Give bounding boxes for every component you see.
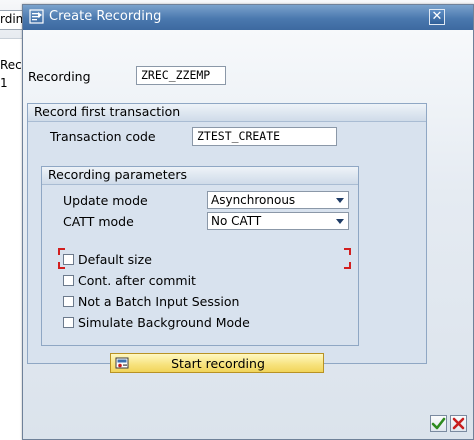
not-batch-input-checkbox[interactable] <box>63 296 74 307</box>
simulate-background-checkbox[interactable] <box>63 317 74 328</box>
catt-mode-select[interactable]: No CATT <box>207 212 349 230</box>
background-list-value: 1 <box>0 76 8 90</box>
focus-indicator <box>344 248 351 255</box>
cont-after-commit-label: Cont. after commit <box>78 273 196 288</box>
background-tab-label: rdin <box>0 12 24 26</box>
dialog-title: Create Recording <box>49 9 162 24</box>
cross-icon <box>452 417 465 430</box>
default-size-label: Default size <box>78 252 152 267</box>
cancel-button[interactable] <box>450 415 467 432</box>
checkmark-icon <box>431 417 446 430</box>
dialog-title-bar[interactable]: Create Recording ✕ <box>23 5 473 30</box>
create-recording-dialog: Create Recording ✕ Recording ZREC_ZZEMP … <box>22 4 474 440</box>
start-recording-button[interactable]: Start recording <box>110 353 324 373</box>
chevron-down-icon <box>336 198 344 203</box>
record-first-transaction-group: Record first transaction Transaction cod… <box>27 103 427 364</box>
create-recording-icon <box>29 9 44 24</box>
start-recording-label: Start recording <box>171 356 265 371</box>
update-mode-select[interactable]: Asynchronous <box>207 191 349 209</box>
not-batch-input-label: Not a Batch Input Session <box>78 294 240 309</box>
recording-input[interactable]: ZREC_ZZEMP <box>136 66 226 85</box>
update-mode-value: Asynchronous <box>211 193 296 207</box>
transaction-code-label: Transaction code <box>50 129 156 144</box>
focus-indicator <box>344 262 351 269</box>
confirm-button[interactable] <box>430 415 447 432</box>
recording-label: Recording <box>28 69 91 84</box>
dialog-content: Recording ZREC_ZZEMP Record first transa… <box>23 30 473 439</box>
catt-mode-value: No CATT <box>211 214 262 228</box>
recording-parameters-group: Recording parameters Update mode Asynchr… <box>41 166 359 346</box>
default-size-checkbox[interactable] <box>63 254 74 265</box>
chevron-down-icon <box>336 219 344 224</box>
update-mode-label: Update mode <box>63 193 148 208</box>
recording-parameters-header: Recording parameters <box>42 167 358 185</box>
simulate-background-label: Simulate Background Mode <box>78 315 250 330</box>
cont-after-commit-checkbox[interactable] <box>63 275 74 286</box>
close-icon: ✕ <box>431 9 443 24</box>
close-button[interactable]: ✕ <box>429 9 445 25</box>
catt-mode-label: CATT mode <box>63 214 134 229</box>
record-first-transaction-header: Record first transaction <box>28 104 426 122</box>
transaction-code-input[interactable]: ZTEST_CREATE <box>192 127 337 146</box>
